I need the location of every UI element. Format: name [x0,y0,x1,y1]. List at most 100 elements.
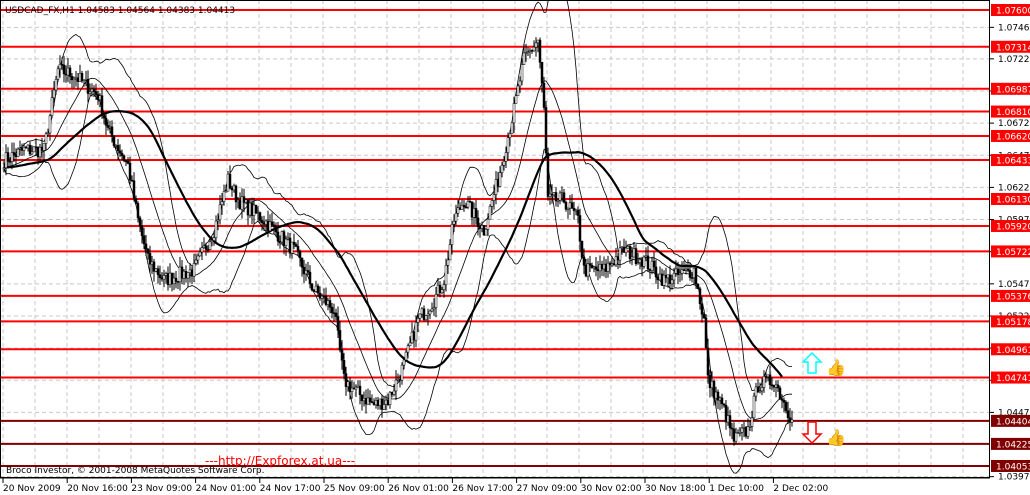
candle-body [658,273,662,281]
candle-body [242,196,246,203]
level-label: 1.05920 [996,222,1030,232]
candle-body [258,212,262,221]
candle-body [320,295,324,299]
candle-body [468,201,472,203]
candle-body [190,269,194,277]
candle-body [256,212,260,214]
candle-body [502,161,506,166]
candle-body [198,251,202,257]
candle-body [764,376,768,378]
candle-body [614,256,618,266]
candle-body [746,426,750,437]
candle-body [498,172,502,187]
candle-body [554,192,558,202]
indicators [3,0,793,474]
candle-body [376,400,380,406]
candle-body [714,391,718,399]
candle-body [364,398,368,405]
up-arrow-icon [801,351,823,374]
candle-body [130,179,134,182]
candle-body [8,161,12,163]
candle-body [490,200,494,207]
candle-body [264,220,268,225]
candle-body [156,268,160,276]
candle-body [630,256,634,260]
candle-body [788,417,792,423]
candle-body [336,316,340,331]
candle-body [70,76,74,81]
candle-body [478,226,482,229]
candle-body [752,395,756,419]
candle-body [360,394,364,402]
candle-body [60,64,64,66]
x-tick-label: 24 Nov 01:00 [196,484,257,494]
candle-body [10,152,14,162]
candle-body [434,294,438,308]
candle-body [302,267,306,275]
candle-body [684,268,688,271]
candle-body [552,192,556,195]
candle-body [82,79,86,82]
candle-body [312,289,316,292]
candle-body [598,263,602,272]
candle-body [238,199,242,210]
candle-body [392,390,396,395]
x-tick-label: 23 Nov 09:00 [131,484,192,494]
level-label: 1.06620 [996,132,1030,142]
candle-body [124,160,128,162]
chart-title: USDCAD_FX,H1 1.04583 1.04564 1.04383 1.0… [5,6,235,16]
candle-body [206,249,210,251]
candle-body [246,199,250,216]
candle-body [114,145,118,147]
candle-body [786,410,790,419]
candle-body [732,428,736,442]
candle-body [224,190,228,193]
thumbs-up-icon: 👍 [826,428,846,447]
level-label: 1.07600 [996,7,1030,17]
candle-body [522,52,526,65]
candle-body [14,154,18,157]
candle-body [140,225,144,236]
candle-body [262,222,266,225]
candle-body [110,126,114,137]
x-tick-label: 25 Nov 09:00 [324,484,385,494]
candle-body [394,379,398,392]
candle-body [456,207,460,214]
candle-body [340,349,344,361]
candle-body [772,385,776,388]
candle-body [152,261,156,272]
buy-signal: 👍 [801,351,846,377]
candle-body [122,155,126,161]
candle-body [780,398,784,401]
candle-body [234,185,238,203]
candle-body [62,64,66,75]
candle-body [748,426,752,428]
candle-body [248,202,252,216]
candle-body [270,221,274,226]
candle-body [50,97,54,116]
candle-body [594,266,598,270]
price-axis: 1.074651.072201.069701.067201.064701.062… [990,4,1030,483]
candle-body [86,78,90,94]
candle-body [650,260,654,271]
candle-body [210,240,214,243]
candle-body [370,401,374,403]
candle-body [724,404,728,423]
candle-body [132,180,136,199]
candle-body [544,107,548,154]
candle-body [188,269,192,273]
y-tick-label: 1.06720 [998,119,1030,129]
candle-body [734,432,738,442]
candle-body [274,226,278,233]
candle-body [384,399,388,405]
candle-body [782,400,786,403]
candle-body [496,179,500,187]
candle-body [462,205,466,208]
candle-body [542,82,546,108]
candle-body [314,285,318,292]
candle-body [420,308,424,315]
candle-body [34,146,38,149]
candle-body [428,310,432,315]
candle-body [670,279,674,284]
x-tick-label: 26 Nov 01:00 [388,484,449,494]
